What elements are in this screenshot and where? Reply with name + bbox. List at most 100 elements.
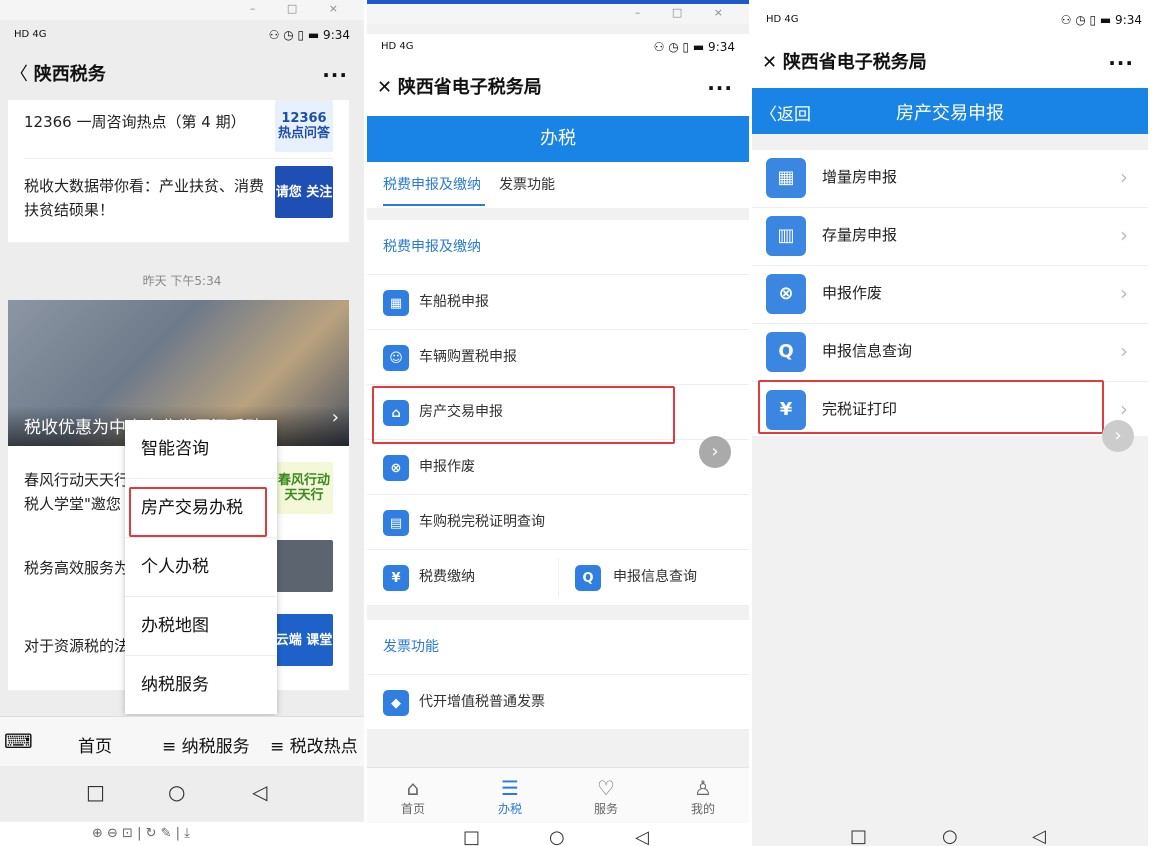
back-nav-icon[interactable]: ◁ <box>1032 826 1046 846</box>
nav-bar: ✕ 陕西省电子税务局 ··· <box>367 60 749 116</box>
search-doc-icon: Q <box>766 332 806 372</box>
status-icons: ⚇ ◷ ▯ ▬ 9:34 <box>1060 13 1142 27</box>
menu-item-personal-tax[interactable]: 个人办税 <box>125 538 277 597</box>
list-pair: ¥ 税费缴纳 Q 申报信息查询 <box>367 550 749 606</box>
list-item-vat-invoice[interactable]: ◆ 代开增值税普通发票 <box>367 675 749 730</box>
close-icon[interactable]: ✕ <box>377 77 398 98</box>
page-header: 办税 <box>367 116 749 162</box>
property-declare-panel: HD 4G ⚇ ◷ ▯ ▬ 9:34 ✕ 陕西省电子税务局 ··· 〈返回 房产… <box>752 0 1160 846</box>
signal-icon: HD 4G <box>381 41 414 52</box>
status-bar: HD 4G ⚇ ◷ ▯ ▬ 9:34 <box>0 22 364 48</box>
keyboard-icon[interactable]: ⌨ <box>4 729 33 753</box>
back-nav-icon[interactable]: ◁ <box>252 780 267 804</box>
system-nav: □ ○ ◁ <box>0 770 364 820</box>
person-icon: ☺ <box>383 345 409 371</box>
timestamp: 昨天 下午5:34 <box>142 274 222 288</box>
nav-bar: 〈 陕西税务 ··· <box>0 60 364 90</box>
status-icons: ⚇ ◷ ▯ ▬ 9:34 <box>268 28 350 42</box>
tab-invoice[interactable]: 发票功能 <box>499 174 555 194</box>
list-item-vehicle-vessel-tax[interactable]: ▦ 车船税申报 <box>367 275 749 330</box>
window-controls[interactable]: – □ × <box>367 4 749 24</box>
list-item-purchase-tax-cert[interactable]: ▤ 车购税完税证明查询 <box>367 495 749 550</box>
highlight-box <box>758 380 1104 434</box>
tab-services[interactable]: ♡ 服务 <box>576 776 636 817</box>
article-thumb <box>275 540 333 592</box>
home-nav-icon[interactable]: ○ <box>549 827 565 846</box>
list-item-existing-house[interactable]: ▥ 存量房申报 › <box>752 208 1148 266</box>
bottom-home[interactable]: 首页 <box>78 732 112 757</box>
grid-icon: ▥ <box>766 216 806 256</box>
more-icon[interactable]: ··· <box>707 60 733 116</box>
signal-icon: HD 4G <box>14 29 47 40</box>
popup-menu: 智能咨询 房产交易办税 个人办税 办税地图 纳税服务 <box>125 420 277 714</box>
article-thumb: 请您 关注 <box>275 166 333 218</box>
etax-home-panel: – □ × HD 4G ⚇ ◷ ▯ ▬ 9:34 ✕ 陕西省电子税务局 ··· … <box>367 0 749 846</box>
home-icon[interactable]: ○ <box>168 780 185 804</box>
declare-query-link[interactable]: 申报信息查询 <box>613 550 697 605</box>
certificate-icon: ▤ <box>383 510 409 536</box>
list-item-new-house[interactable]: ▦ 增量房申报 › <box>752 150 1148 208</box>
list-item-void-declare[interactable]: ⊗ 申报作废 <box>367 440 749 495</box>
tab-me[interactable]: ♙ 我的 <box>673 776 733 817</box>
status-bar: HD 4G ⚇ ◷ ▯ ▬ 9:34 <box>367 34 749 60</box>
nav-title: 陕西税务 <box>33 64 106 85</box>
bottom-menu-bar: ⌨ 首页 ≡ 纳税服务 ≡ 税改热点 <box>0 716 364 766</box>
viewer-toolbar[interactable]: ⊕ ⊖ ⊡ | ↻ ✎ | ⤓ <box>0 822 364 846</box>
menu-item-tax-service[interactable]: 纳税服务 <box>125 656 277 715</box>
article-thumb: 春风行动 天天行 <box>275 462 333 514</box>
tab-tax-declare[interactable]: 税费申报及缴纳 <box>383 174 481 194</box>
recents-icon[interactable]: □ <box>86 780 105 804</box>
list-icon: ☰ <box>501 776 519 800</box>
bottom-tab-bar: ⌂ 首页 ☰ 办税 ♡ 服务 ♙ 我的 <box>367 767 749 823</box>
home-nav-icon[interactable]: ○ <box>942 826 958 846</box>
status-bar: HD 4G ⚇ ◷ ▯ ▬ 9:34 <box>752 7 1160 33</box>
list-item-void[interactable]: ⊗ 申报作废 › <box>752 266 1148 324</box>
article-title[interactable]: 税收大数据带你看：产业扶贫、消费扶贫结硕果！ <box>24 174 274 222</box>
void-icon: ⊗ <box>383 455 409 481</box>
article-thumb: 12366 热点问答 <box>275 100 333 152</box>
highlight-box <box>129 487 267 537</box>
highlight-box <box>372 386 675 444</box>
nav-title: 陕西省电子税务局 <box>782 52 927 73</box>
home-icon: ⌂ <box>406 776 420 800</box>
chevron-right-icon[interactable]: › <box>699 436 731 468</box>
close-icon[interactable]: ✕ <box>762 52 783 73</box>
status-icons: ⚇ ◷ ▯ ▬ 9:34 <box>653 40 735 54</box>
article-card-top: 12366 一周咨询热点（第 4 期） 12366 热点问答 税收大数据带你看：… <box>8 100 349 242</box>
system-nav: □ ○ ◁ <box>752 826 1148 846</box>
tab-bar-top: 税费申报及缴纳 发票功能 <box>367 162 749 208</box>
article-title[interactable]: 12366 一周咨询热点（第 4 期） <box>24 110 274 134</box>
invoice-icon: ◆ <box>383 690 409 716</box>
page-header: 〈返回 房产交易申报 <box>752 88 1148 134</box>
tab-do-tax[interactable]: ☰ 办税 <box>480 776 540 817</box>
article-title[interactable]: 税务高效服务为 <box>24 556 134 580</box>
chevron-right-icon: › <box>1120 165 1128 189</box>
wechat-chat-panel: – □ × HD 4G ⚇ ◷ ▯ ▬ 9:34 〈 陕西税务 ··· 1236… <box>0 0 364 846</box>
article-title[interactable]: 对于资源税的法 <box>24 634 134 658</box>
more-icon[interactable]: ··· <box>322 60 348 90</box>
recents-icon[interactable]: □ <box>850 826 867 846</box>
list-item-query[interactable]: Q 申报信息查询 › <box>752 324 1148 382</box>
building-icon: ▦ <box>766 158 806 198</box>
bottom-hot-topics[interactable]: ≡ 税改热点 <box>270 732 358 757</box>
bottom-tax-service[interactable]: ≡ 纳税服务 <box>162 732 250 757</box>
list-item-vehicle-purchase-tax[interactable]: ☺ 车辆购置税申报 <box>367 330 749 385</box>
back-icon[interactable]: 〈 <box>10 64 34 85</box>
window-controls[interactable]: – □ × <box>0 0 364 20</box>
back-nav-icon[interactable]: ◁ <box>635 827 649 846</box>
void-icon: ⊗ <box>766 274 806 314</box>
recents-icon[interactable]: □ <box>463 827 480 846</box>
nav-title: 陕西省电子税务局 <box>397 77 542 98</box>
tab-home[interactable]: ⌂ 首页 <box>383 776 443 817</box>
chevron-right-icon[interactable]: › <box>1102 420 1134 452</box>
menu-item-tax-map[interactable]: 办税地图 <box>125 597 277 656</box>
menu-item-smart-consult[interactable]: 智能咨询 <box>125 420 277 479</box>
user-icon: ♙ <box>694 776 712 800</box>
tax-payment-link[interactable]: 税费缴纳 <box>419 550 475 605</box>
car-tax-icon: ▦ <box>383 290 409 316</box>
article-thumb: 云端 课堂 <box>275 614 333 666</box>
chevron-right-icon: › <box>1120 223 1128 247</box>
nav-bar: ✕ 陕西省电子税务局 ··· <box>752 40 1160 86</box>
chevron-right-icon: › <box>331 407 339 428</box>
more-icon[interactable]: ··· <box>1108 40 1134 86</box>
